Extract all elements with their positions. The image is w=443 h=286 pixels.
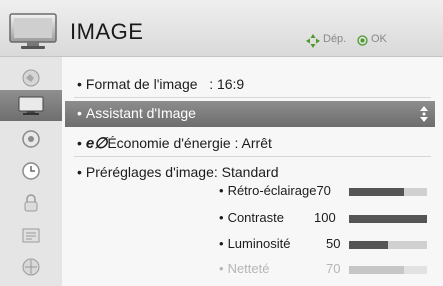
tv-picture-icon	[9, 13, 57, 49]
divider	[74, 97, 431, 98]
aspect-ratio-value: : 16:9	[209, 76, 245, 92]
sharpness-label: Netteté	[227, 261, 270, 276]
lock-icon	[24, 193, 38, 211]
picture-mode-value: : Standard	[213, 164, 279, 180]
contrast-value: 100	[314, 210, 336, 225]
sidebar-item-audio[interactable]	[0, 123, 62, 154]
sidebar-item-setup[interactable]	[0, 61, 62, 92]
backlight-value: 70	[316, 183, 331, 198]
speaker-icon	[22, 129, 40, 148]
network-icon	[22, 258, 40, 275]
page-title: IMAGE	[70, 19, 144, 44]
energy-saving-label: Économie d'énergie : Arrêt	[107, 135, 272, 151]
contrast-bar-fill	[349, 215, 427, 223]
tv-picture-icon	[18, 96, 44, 115]
sharpness-bar-fill	[349, 266, 404, 274]
backlight-bar-fill	[349, 188, 404, 196]
brightness-bar-fill	[349, 241, 388, 249]
picture-settings-list: • Format de l'image : 16:9 • Assistant d'I…	[62, 57, 443, 286]
backlight-bar[interactable]	[349, 188, 427, 196]
menu-item-aspect-ratio[interactable]: • Format de l'image : 16:9	[62, 72, 436, 98]
category-sidebar	[0, 57, 62, 286]
clock-icon	[22, 161, 40, 180]
options-icon	[22, 228, 40, 242]
contrast-label: Contraste	[227, 210, 284, 225]
brightness-value: 50	[326, 236, 341, 251]
picture-mode-label: Préréglages d'image	[85, 164, 214, 180]
sidebar-item-picture[interactable]	[0, 90, 62, 121]
sharpness-bar[interactable]	[349, 266, 427, 274]
scroll-arrows-icon	[420, 106, 428, 122]
picture-wizard-label: Assistant d'Image	[85, 105, 196, 121]
setting-backlight[interactable]: • Rétro-éclairage70	[219, 183, 331, 198]
energy-saving-logo: e∅	[85, 135, 108, 152]
picture-menu-screen: IMAGE Dép. OK • Format de l'image: 16:9…	[0, 0, 443, 286]
setting-contrast[interactable]: • Contraste	[219, 210, 284, 225]
menu-item-picture-wizard[interactable]: • Assistant d'Image	[65, 101, 435, 127]
brightness-label: Luminosité	[227, 236, 291, 251]
divider	[74, 156, 431, 157]
sidebar-item-lock[interactable]	[0, 187, 62, 218]
contrast-bar[interactable]	[349, 215, 427, 223]
backlight-label: Rétro-éclairage	[227, 183, 317, 198]
ok-hint: OK	[371, 33, 387, 45]
menu-header: IMAGE Dép. OK	[0, 0, 443, 57]
image-settings-icon	[22, 69, 40, 86]
sidebar-item-options[interactable]	[0, 219, 62, 250]
sidebar-item-network[interactable]	[0, 251, 62, 282]
aspect-ratio-label: Format de l'image	[85, 76, 198, 92]
ok-button-icon	[357, 35, 368, 46]
setting-brightness[interactable]: • Luminosité	[219, 236, 290, 251]
move-arrows-icon	[306, 34, 320, 48]
menu-item-energy-saving[interactable]: • e∅Économie d'énergie : Arrêt	[62, 130, 436, 156]
sharpness-value: 70	[326, 261, 341, 276]
sidebar-item-time[interactable]	[0, 155, 62, 186]
move-hint: Dép.	[323, 33, 347, 45]
setting-sharpness[interactable]: • Netteté	[219, 261, 269, 276]
brightness-bar[interactable]	[349, 241, 427, 249]
